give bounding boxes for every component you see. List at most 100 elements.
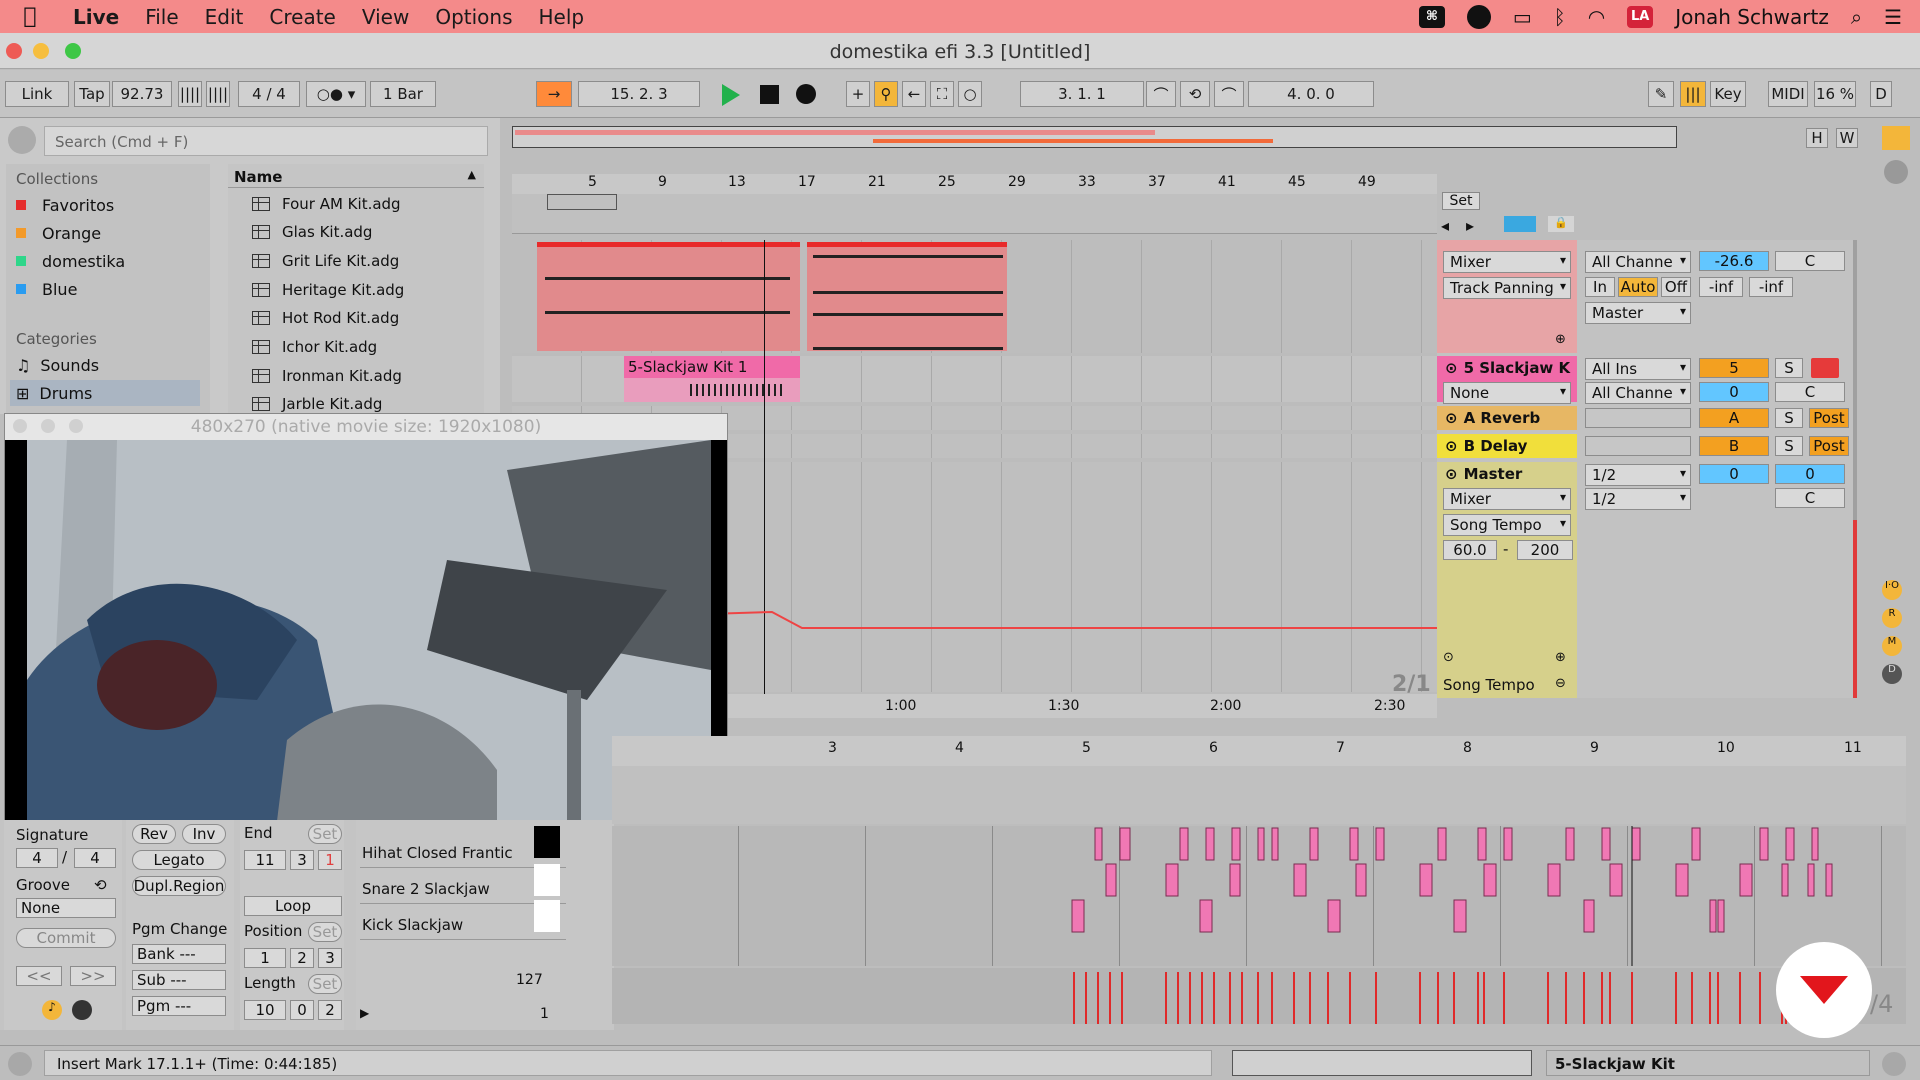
set-position-button[interactable]: Set	[308, 922, 342, 942]
monitor-off-button[interactable]: Off	[1661, 277, 1691, 297]
drum-notes[interactable]	[612, 826, 1906, 966]
video-window-title[interactable]: 480x270 (native movie size: 1920x1080)	[5, 414, 727, 440]
automation-arm-icon[interactable]: ⚲	[874, 81, 898, 107]
height-toggle-button[interactable]: H	[1806, 128, 1828, 148]
fold-icon[interactable]: ⊙	[1445, 359, 1458, 377]
next-locator-icon[interactable]: ▸	[1466, 216, 1474, 235]
track-pan[interactable]: C	[1775, 382, 1845, 402]
draw-mode-icon[interactable]: ✎	[1648, 81, 1674, 107]
punch-in-icon[interactable]: ⌒	[1146, 81, 1176, 107]
signature-denominator[interactable]: 4	[74, 848, 116, 868]
capture-icon[interactable]: ⛶	[930, 81, 954, 107]
return-b-name[interactable]: ⊙ B Delay	[1439, 434, 1579, 458]
set-length-button[interactable]: Set	[308, 974, 342, 994]
song-position-field[interactable]: 15. 2. 3	[578, 81, 700, 107]
track-activator[interactable]: 5	[1699, 358, 1769, 378]
monitor-auto-button[interactable]: Auto	[1618, 277, 1658, 297]
delay-toggle-icon[interactable]: D	[1882, 664, 1902, 684]
set-locator-button[interactable]: Set	[1442, 192, 1480, 210]
arrangement-clip[interactable]	[537, 242, 800, 351]
invert-button[interactable]: Inv	[182, 824, 226, 844]
user-name[interactable]: Jonah Schwartz	[1675, 5, 1829, 29]
name-column-header[interactable]: Name ▲	[228, 164, 484, 188]
slackjaw-clip[interactable]: 5-Slackjaw Kit 1	[624, 356, 800, 402]
lock-icon[interactable]: 🔒	[1548, 216, 1574, 232]
hide-detail-icon[interactable]	[8, 1052, 32, 1076]
fold-icon[interactable]: ⊙	[1445, 409, 1458, 427]
creative-cloud-icon[interactable]	[1466, 4, 1491, 29]
stop-icon[interactable]	[760, 85, 779, 104]
loop-length-field[interactable]: 4. 0. 0	[1248, 81, 1374, 107]
drum-pad-snare[interactable]	[534, 864, 560, 896]
midi-note-icon[interactable]: ♪	[42, 1000, 62, 1020]
loop-brace-area[interactable]	[512, 194, 1437, 234]
control-center-icon[interactable]: ☰	[1884, 5, 1902, 29]
link-button[interactable]: Link	[5, 81, 69, 107]
master-volume[interactable]: 0	[1699, 464, 1769, 484]
midi-map-button[interactable]: MIDI	[1768, 81, 1808, 107]
audio-clip-icon[interactable]	[72, 1000, 92, 1020]
menu-edit[interactable]: Edit	[192, 5, 257, 29]
length-beat[interactable]: 0	[290, 1000, 314, 1020]
commit-button[interactable]: Commit	[16, 928, 116, 948]
spotlight-search-icon[interactable]: ⌕	[1851, 5, 1862, 29]
punch-out-icon[interactable]: ⌒	[1214, 81, 1244, 107]
show-detail-icon[interactable]	[1882, 1052, 1906, 1076]
slackjaw-track-name[interactable]: ⊙ 5 Slackjaw K	[1439, 356, 1579, 380]
play-icon[interactable]	[722, 84, 740, 106]
command-icon[interactable]: ⌘	[1418, 5, 1445, 28]
list-item[interactable]: Ichor Kit.adg	[252, 333, 377, 361]
master-name[interactable]: ⊙ Master	[1439, 462, 1579, 486]
note-ruler[interactable]: 3 4 5 6 7 8 9 10 11	[612, 736, 1906, 766]
menu-options[interactable]: Options	[422, 5, 525, 29]
menu-file[interactable]: File	[132, 5, 191, 29]
loop-brace[interactable]	[547, 194, 617, 210]
pre-post-button[interactable]: Post	[1809, 408, 1849, 428]
drum-pad-kick[interactable]	[534, 900, 560, 932]
tempo-min-field[interactable]: 60.0	[1443, 540, 1497, 560]
master-mixer-select[interactable]: Mixer	[1443, 488, 1571, 510]
loop-button[interactable]: Loop	[244, 896, 342, 916]
returns-toggle-icon[interactable]: R	[1882, 608, 1902, 628]
return-a-activator[interactable]: A	[1699, 408, 1769, 428]
drum-pad-hihat[interactable]	[534, 826, 560, 858]
menu-create[interactable]: Create	[256, 5, 348, 29]
video-minimize-button[interactable]	[41, 419, 55, 433]
prev-clip-button[interactable]: <<	[16, 966, 62, 986]
overdub-icon[interactable]: +	[846, 81, 870, 107]
list-item[interactable]: Ironman Kit.adg	[252, 362, 402, 390]
input-select[interactable]: All Ins	[1585, 358, 1691, 380]
mixer-select[interactable]: Mixer	[1443, 251, 1571, 273]
remove-lane-icon[interactable]: ⊖	[1555, 676, 1566, 691]
category-sounds[interactable]: ♫ Sounds	[16, 352, 99, 378]
bluetooth-icon[interactable]: ᛒ	[1554, 5, 1566, 29]
legato-button[interactable]: Legato	[132, 850, 226, 870]
midi-channel-select[interactable]: All Channe	[1585, 251, 1691, 273]
metronome-icon[interactable]: ○● ▾	[306, 81, 366, 107]
note-loop-area[interactable]	[612, 766, 1906, 824]
arm-button[interactable]	[1811, 358, 1839, 378]
tempo-max-field[interactable]: 200	[1517, 540, 1573, 560]
cue-volume[interactable]: 0	[1775, 464, 1845, 484]
video-close-button[interactable]	[13, 419, 27, 433]
list-item[interactable]: Grit Life Kit.adg	[252, 247, 399, 275]
master-pan[interactable]: C	[1775, 488, 1845, 508]
position-sixteenth[interactable]: 3	[318, 948, 342, 968]
menu-app[interactable]: Live	[60, 5, 132, 29]
add-lane-icon[interactable]: ⊕	[1555, 650, 1566, 665]
next-clip-button[interactable]: >>	[70, 966, 116, 986]
cue-output-select[interactable]: 1/2	[1585, 488, 1691, 510]
arrangement-overview[interactable]	[512, 126, 1677, 148]
apple-icon[interactable]: 	[0, 4, 60, 29]
loop-switch-icon[interactable]: ⟲	[1180, 81, 1210, 107]
midi-from-select[interactable]: None	[1443, 382, 1571, 404]
send-a[interactable]: -inf	[1699, 277, 1743, 297]
position-beat[interactable]: 2	[290, 948, 314, 968]
solo-button[interactable]: S	[1775, 436, 1803, 456]
wifi-icon[interactable]: ◠	[1588, 5, 1605, 29]
quantize-select[interactable]: 1 Bar	[370, 81, 436, 107]
velocity-editor[interactable]	[612, 968, 1906, 1024]
return-a-name[interactable]: ⊙ A Reverb	[1439, 406, 1579, 430]
collection-orange[interactable]: Orange	[16, 220, 101, 246]
automation-mode-icon[interactable]	[1504, 216, 1536, 232]
